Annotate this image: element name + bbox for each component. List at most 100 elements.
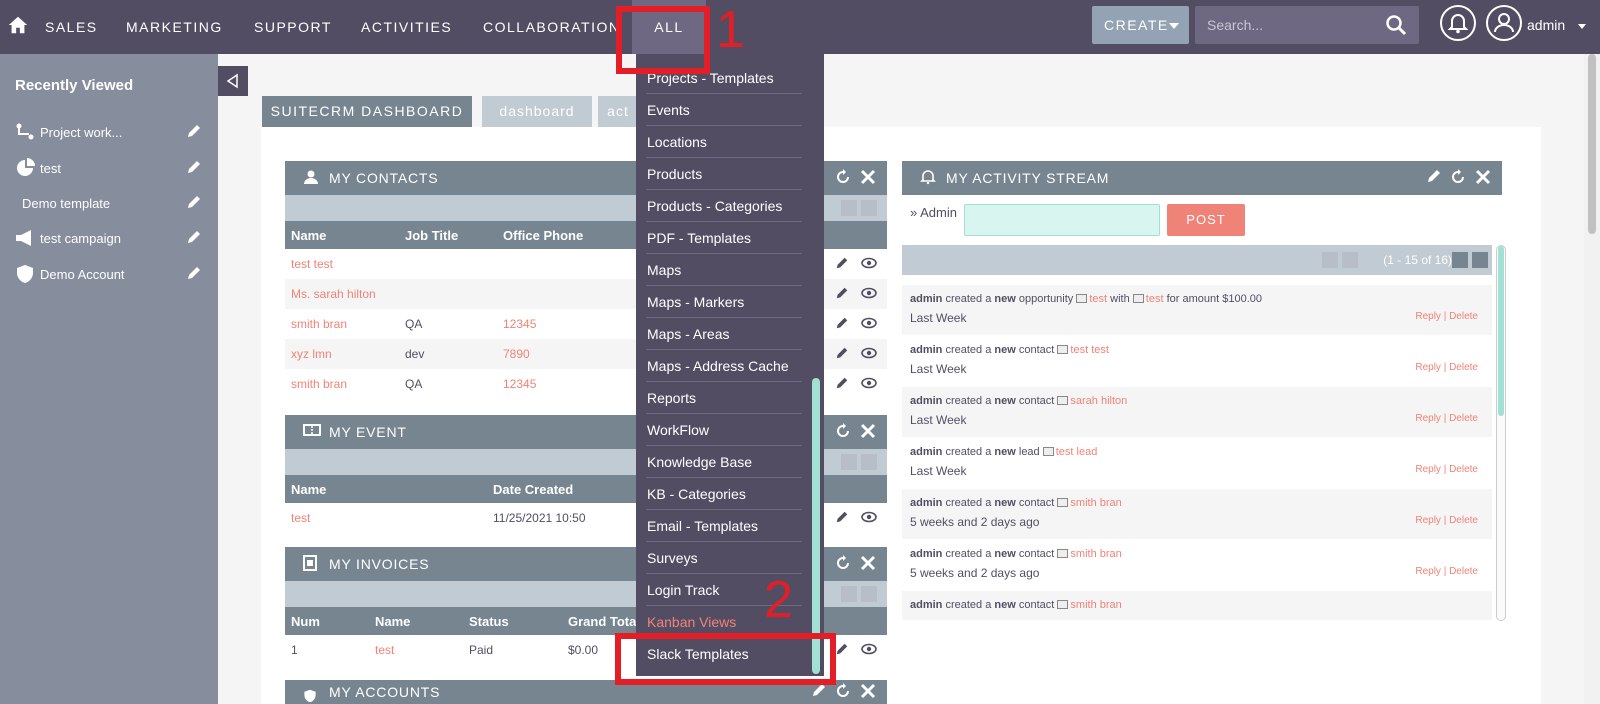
close-icon[interactable] xyxy=(859,422,877,440)
stream-scrollbar[interactable] xyxy=(1496,245,1506,621)
event-name-link[interactable]: test xyxy=(291,511,310,525)
reply-delete-links[interactable]: Reply | Delete xyxy=(1415,464,1478,475)
collapse-sidebar-button[interactable] xyxy=(218,66,248,96)
sidebar-item-project-work[interactable]: Project work... xyxy=(0,114,218,150)
contact-phone-link[interactable]: 12345 xyxy=(503,377,536,391)
menu-item-maps-markers[interactable]: Maps - Markers xyxy=(646,286,802,318)
reply-delete-links[interactable]: Reply | Delete xyxy=(1415,413,1478,424)
last-page-icon[interactable] xyxy=(861,454,877,470)
refresh-icon[interactable] xyxy=(834,554,852,572)
column-num[interactable]: Num xyxy=(291,614,320,629)
column-job-title[interactable]: Job Title xyxy=(405,228,458,243)
close-icon[interactable] xyxy=(859,554,877,572)
refresh-icon[interactable] xyxy=(834,682,852,700)
search-icon[interactable] xyxy=(1385,14,1407,36)
last-page-icon[interactable] xyxy=(861,200,877,216)
sidebar-item-demo-template[interactable]: Demo template xyxy=(0,185,218,221)
contact-name-link[interactable]: xyz lmn xyxy=(291,347,332,361)
column-name[interactable]: Name xyxy=(375,614,410,629)
menu-item-maps[interactable]: Maps xyxy=(646,254,802,286)
nav-marketing[interactable]: MARKETING xyxy=(126,0,223,54)
home-icon[interactable] xyxy=(7,14,29,36)
reply-delete-links[interactable]: Reply | Delete xyxy=(1415,362,1478,373)
pencil-icon[interactable] xyxy=(835,510,849,524)
column-date-created[interactable]: Date Created xyxy=(493,482,573,497)
pencil-icon[interactable] xyxy=(835,376,849,390)
entry-link[interactable]: test lead xyxy=(1056,446,1098,458)
contact-phone-link[interactable]: 7890 xyxy=(503,347,530,361)
menu-item-locations[interactable]: Locations xyxy=(646,126,802,158)
pencil-icon[interactable] xyxy=(835,316,849,330)
entry-link[interactable]: smith bran xyxy=(1070,497,1121,509)
nav-collaboration[interactable]: COLLABORATION xyxy=(483,0,621,54)
pencil-icon[interactable] xyxy=(186,194,202,210)
user-avatar[interactable] xyxy=(1486,5,1522,41)
reply-delete-links[interactable]: Reply | Delete xyxy=(1415,515,1478,526)
menu-item-kb-categories[interactable]: KB - Categories xyxy=(646,478,802,510)
menu-item-events[interactable]: Events xyxy=(646,94,802,126)
contact-name-link[interactable]: smith bran xyxy=(291,317,347,331)
eye-icon[interactable] xyxy=(861,510,877,524)
column-grand-total[interactable]: Grand Total xyxy=(568,614,640,629)
nav-support[interactable]: SUPPORT xyxy=(254,0,332,54)
entry-link[interactable]: sarah hilton xyxy=(1070,395,1127,407)
reply-delete-links[interactable]: Reply | Delete xyxy=(1415,566,1478,577)
create-button[interactable]: CREATE xyxy=(1092,6,1189,44)
prev-page-icon[interactable] xyxy=(1342,252,1358,268)
column-name[interactable]: Name xyxy=(291,482,326,497)
menu-item-maps-address-cache[interactable]: Maps - Address Cache xyxy=(646,350,802,382)
menu-item-knowledge-base[interactable]: Knowledge Base xyxy=(646,446,802,478)
search-input[interactable] xyxy=(1207,17,1377,33)
next-page-icon[interactable] xyxy=(841,454,857,470)
close-icon[interactable] xyxy=(1474,168,1492,186)
tab-suitecrm-dashboard[interactable]: SUITECRM DASHBOARD xyxy=(262,96,472,127)
column-office-phone[interactable]: Office Phone xyxy=(503,228,583,243)
pencil-icon[interactable] xyxy=(835,642,849,656)
entry-link[interactable]: smith bran xyxy=(1070,599,1121,611)
pencil-icon[interactable] xyxy=(835,286,849,300)
menu-item-email-templates[interactable]: Email - Templates xyxy=(646,510,802,542)
sidebar-item-test-campaign[interactable]: test campaign xyxy=(0,220,218,256)
pencil-icon[interactable] xyxy=(186,123,202,139)
activity-post-input[interactable] xyxy=(964,204,1160,236)
contact-name-link[interactable]: smith bran xyxy=(291,377,347,391)
menu-item-workflow[interactable]: WorkFlow xyxy=(646,414,802,446)
pencil-icon[interactable] xyxy=(835,256,849,270)
eye-icon[interactable] xyxy=(861,376,877,390)
entry-link[interactable]: test xyxy=(1089,293,1107,305)
next-page-icon[interactable] xyxy=(841,586,857,602)
eye-icon[interactable] xyxy=(861,256,877,270)
first-page-icon[interactable] xyxy=(1322,252,1338,268)
scrollbar-thumb[interactable] xyxy=(1588,54,1596,234)
next-page-icon[interactable] xyxy=(841,200,857,216)
column-status[interactable]: Status xyxy=(469,614,509,629)
user-menu-chevron-icon[interactable] xyxy=(1578,24,1586,29)
next-page-icon[interactable] xyxy=(1452,252,1468,268)
menu-item-maps-areas[interactable]: Maps - Areas xyxy=(646,318,802,350)
close-icon[interactable] xyxy=(859,168,877,186)
post-button[interactable]: POST xyxy=(1167,204,1245,236)
eye-icon[interactable] xyxy=(861,642,877,656)
invoice-name-link[interactable]: test xyxy=(375,643,394,657)
dropdown-scrollbar-thumb[interactable] xyxy=(812,378,820,674)
sidebar-item-test[interactable]: test xyxy=(0,150,218,186)
nav-activities[interactable]: ACTIVITIES xyxy=(361,0,452,54)
pencil-icon[interactable] xyxy=(835,346,849,360)
eye-icon[interactable] xyxy=(861,286,877,300)
column-name[interactable]: Name xyxy=(291,228,326,243)
refresh-icon[interactable] xyxy=(834,168,852,186)
pencil-icon[interactable] xyxy=(186,229,202,245)
pencil-icon[interactable] xyxy=(186,159,202,175)
nav-sales[interactable]: SALES xyxy=(45,0,98,54)
refresh-icon[interactable] xyxy=(1449,168,1467,186)
entry-link[interactable]: smith bran xyxy=(1070,548,1121,560)
page-scrollbar[interactable] xyxy=(1584,54,1600,704)
contact-phone-link[interactable]: 12345 xyxy=(503,317,536,331)
close-icon[interactable] xyxy=(859,682,877,700)
menu-item-products[interactable]: Products xyxy=(646,158,802,190)
tab-activity[interactable]: act xyxy=(598,96,638,127)
contact-name-link[interactable]: Ms. sarah hilton xyxy=(291,287,376,301)
reply-delete-links[interactable]: Reply | Delete xyxy=(1415,311,1478,322)
scrollbar-thumb[interactable] xyxy=(1498,246,1504,416)
entry-link[interactable]: test xyxy=(1146,293,1164,305)
